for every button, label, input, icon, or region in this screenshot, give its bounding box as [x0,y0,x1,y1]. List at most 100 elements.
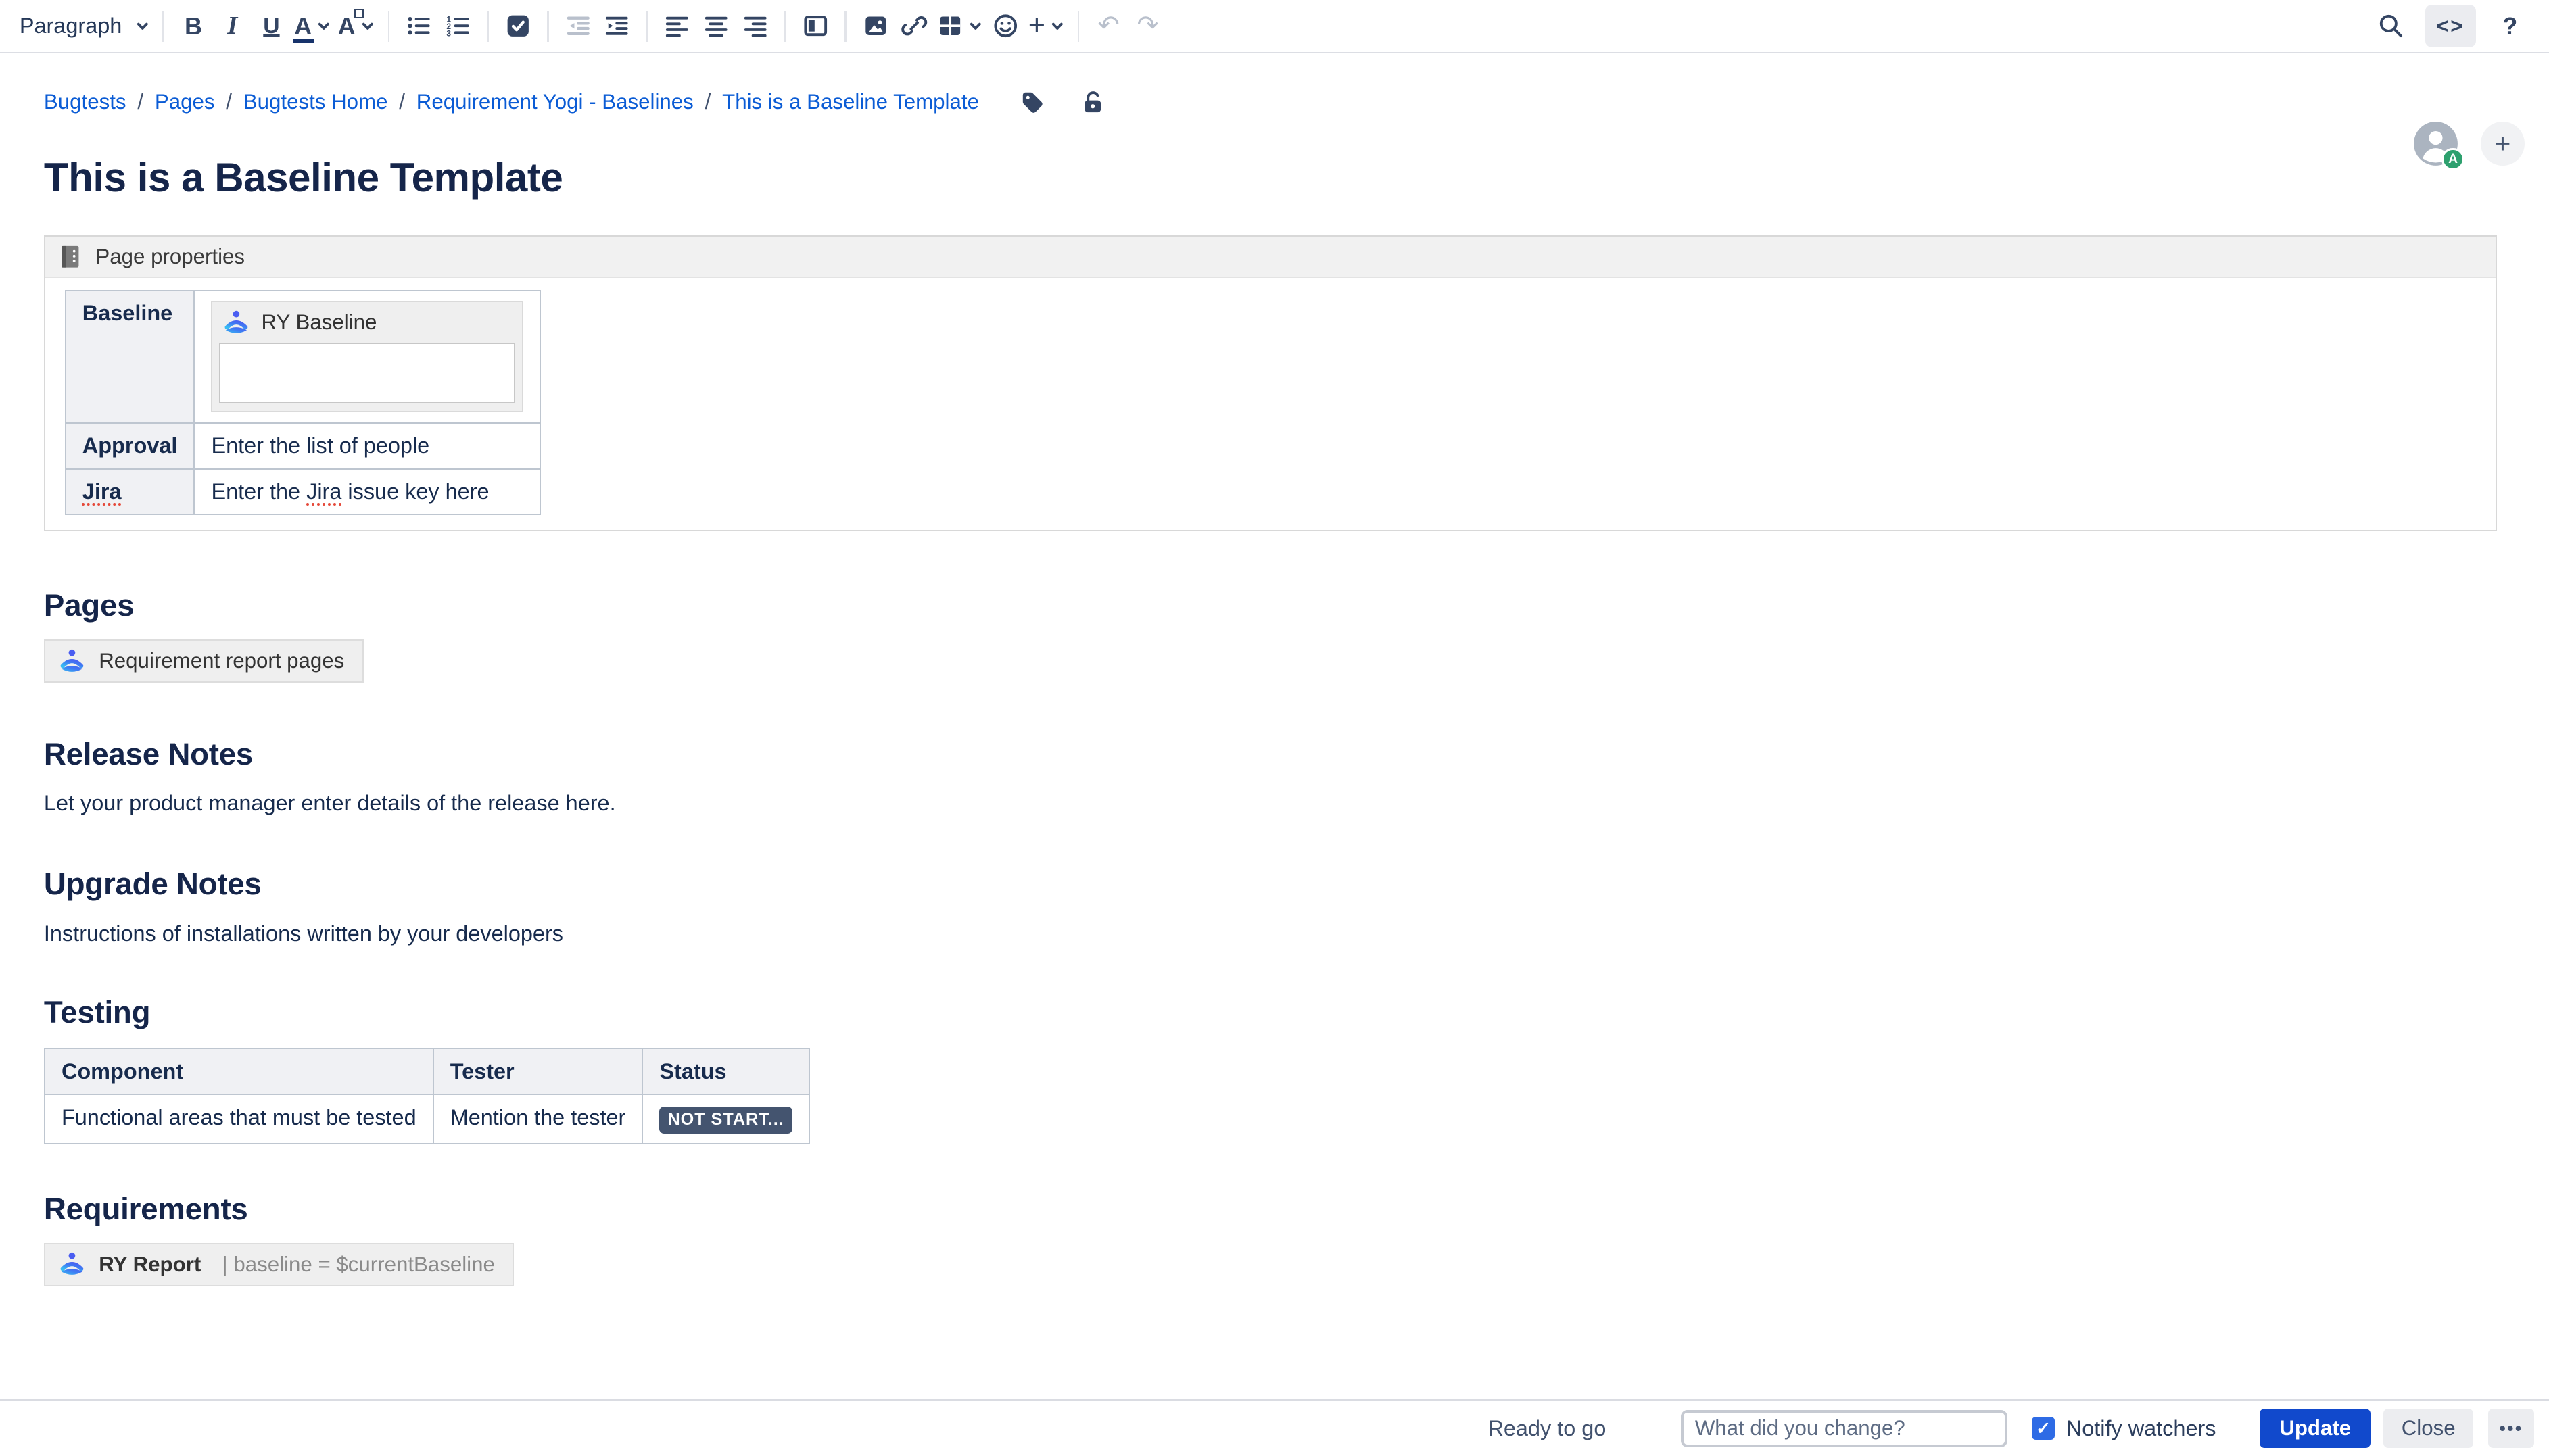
requirement-yogi-icon [222,309,250,337]
underline-icon: U [263,15,279,38]
ry-baseline-macro-body[interactable] [219,343,515,403]
align-left-button[interactable] [658,5,697,47]
emoji-button[interactable] [986,5,1025,47]
page-properties-header: Page properties [45,237,2496,278]
align-center-icon [703,13,729,39]
table-row: Baseline RY Baseline [66,291,540,423]
insert-table-dropdown[interactable] [934,5,986,47]
add-button[interactable]: + [2481,122,2525,166]
close-button[interactable]: Close [2383,1409,2473,1448]
insert-more-dropdown[interactable]: + [1025,5,1068,47]
breadcrumb-link-pages[interactable]: Pages [155,90,215,114]
bullet-list-button[interactable] [399,5,438,47]
jira-value-post: issue key here [341,479,489,504]
section-heading-upgrade-notes: Upgrade Notes [44,867,2497,902]
version-comment-input[interactable] [1681,1410,2007,1447]
page-layout-icon [803,13,828,39]
tag-icon [1020,89,1045,115]
breadcrumb: Bugtests / Pages / Bugtests Home / Requi… [44,81,2505,124]
italic-icon: I [227,13,237,39]
numbered-list-icon: 1 2 3 [445,13,471,39]
page-properties-icon [60,245,81,269]
align-center-button[interactable] [696,5,736,47]
more-formatting-dropdown[interactable]: A [335,5,378,47]
toolbar-divider [388,11,389,42]
source-editor-toggle[interactable]: <> [2425,5,2476,47]
section-heading-pages: Pages [44,588,2497,623]
chevron-down-icon [968,19,983,34]
row-label-approval[interactable]: Approval [66,423,195,469]
breadcrumb-link-requirement-yogi-baselines[interactable]: Requirement Yogi - Baselines [416,90,694,114]
labels-button[interactable] [1013,81,1052,124]
page-properties-panel[interactable]: Page properties Baseline [44,235,2497,531]
component-cell[interactable]: Functional areas that must be tested [45,1094,433,1144]
image-icon [863,13,888,39]
source-editor-label: <> [2437,14,2464,39]
paragraph-style-dropdown[interactable]: Paragraph [16,5,153,47]
align-right-button[interactable] [736,5,775,47]
toolbar-divider [1078,11,1079,42]
avatar[interactable]: A [2414,122,2458,166]
status-badge: A [2441,148,2464,171]
page-meta-icons [1013,81,1112,124]
table-row: Approval Enter the list of people [66,423,540,469]
help-button[interactable]: ? [2490,5,2529,47]
bold-button[interactable]: B [174,5,213,47]
restrictions-button[interactable] [1073,81,1112,124]
numbered-list-button[interactable]: 1 2 3 [438,5,477,47]
breadcrumb-link-bugtests[interactable]: Bugtests [44,90,126,114]
jira-label-text: Jira [82,479,122,504]
italic-button[interactable]: I [213,5,252,47]
row-label-baseline[interactable]: Baseline [66,291,195,423]
jira-cell[interactable]: Enter the Jira issue key here [194,469,540,515]
paragraph-style-label: Paragraph [20,14,122,39]
chevron-down-icon [360,19,375,34]
confluence-editor: Paragraph B I U A A 1 2 3 [0,0,2549,1286]
section-heading-release-notes: Release Notes [44,737,2497,772]
tester-cell[interactable]: Mention the tester [433,1094,643,1144]
insert-image-button[interactable] [856,5,895,47]
status-cell[interactable]: NOT START... [642,1094,809,1144]
page-title[interactable]: This is a Baseline Template [44,154,2497,201]
column-header-tester[interactable]: Tester [433,1048,643,1094]
bullet-list-icon [406,13,431,39]
breadcrumb-separator: / [226,90,232,114]
ry-baseline-macro-header: RY Baseline [212,302,522,343]
task-list-button[interactable] [498,5,538,47]
text-color-dropdown[interactable]: A [291,5,334,47]
approval-cell[interactable]: Enter the list of people [194,423,540,469]
requirement-report-pages-macro[interactable]: Requirement report pages [44,639,364,683]
page-layout-button[interactable] [796,5,835,47]
indent-button[interactable] [598,5,637,47]
bold-icon: B [185,14,202,39]
ry-report-macro[interactable]: RY Report | baseline = $currentBaseline [44,1243,514,1286]
unlock-icon [1080,89,1105,115]
plus-icon: + [2494,130,2510,157]
editor-content: This is a Baseline Template Page propert… [0,154,2549,1286]
link-icon [901,13,927,39]
identity-cluster: A + [2414,122,2524,166]
breadcrumb-link-bugtests-home[interactable]: Bugtests Home [243,90,388,114]
underline-button[interactable]: U [252,5,291,47]
requirement-yogi-icon [58,1251,86,1278]
status-lozenge[interactable]: NOT START... [659,1107,792,1134]
ry-baseline-macro[interactable]: RY Baseline [211,301,523,412]
table-icon [937,13,963,39]
page-properties-table: Baseline RY Baseline [65,290,541,516]
breadcrumb-link-current-page[interactable]: This is a Baseline Template [722,90,979,114]
toolbar-divider [646,11,648,42]
insert-link-button[interactable] [895,5,934,47]
notify-watchers-checkbox[interactable]: ✓ [2032,1417,2055,1440]
breadcrumb-separator: / [399,90,405,114]
baseline-cell[interactable]: RY Baseline [194,291,540,423]
table-row: Jira Enter the Jira issue key here [66,469,540,515]
more-actions-button[interactable]: ••• [2488,1409,2535,1448]
notify-watchers-label[interactable]: Notify watchers [2066,1416,2216,1441]
align-left-icon [664,13,690,39]
update-button[interactable]: Update [2260,1409,2371,1448]
plus-icon: + [1028,11,1045,41]
row-label-jira[interactable]: Jira [66,469,195,515]
column-header-component[interactable]: Component [45,1048,433,1094]
column-header-status[interactable]: Status [642,1048,809,1094]
search-button[interactable] [2371,5,2410,47]
